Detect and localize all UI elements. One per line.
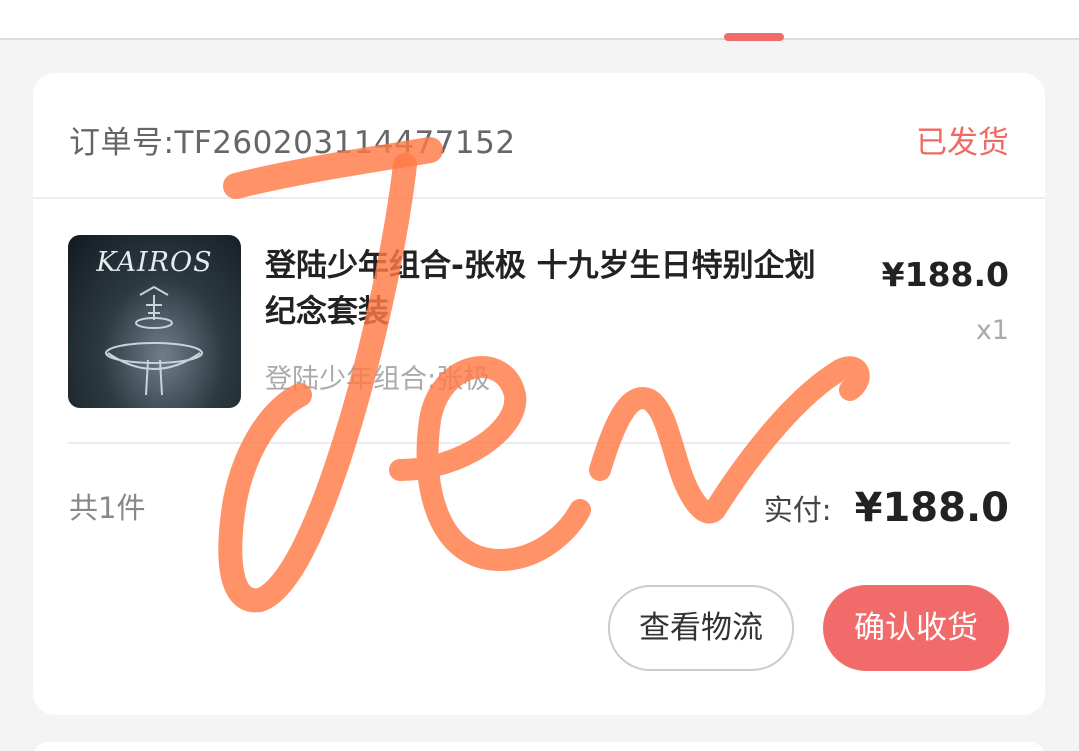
confirm-receipt-button[interactable]: 确认收货	[823, 585, 1009, 671]
payment-summary: 实付: ¥188.0	[764, 485, 1009, 531]
view-logistics-button[interactable]: 查看物流	[608, 585, 794, 671]
order-status-badge: 已发货	[916, 125, 1009, 161]
product-title[interactable]: 登陆少年组合-张极 十九岁生日特别企划纪念套装	[265, 243, 825, 335]
pay-amount: ¥188.0	[854, 485, 1009, 531]
order-number: 订单号:TF260203114477152	[69, 125, 516, 161]
divider	[68, 442, 1010, 444]
pay-label: 实付:	[763, 493, 832, 527]
product-quantity: x1	[975, 315, 1009, 346]
active-tab-indicator	[724, 33, 784, 41]
top-tab-strip	[0, 0, 1079, 40]
next-order-card	[33, 742, 1045, 751]
fountain-illustration	[105, 285, 203, 396]
order-page: 订单号:TF260203114477152 已发货 KAIROS 登陆少年组合-…	[0, 0, 1079, 751]
product-subtitle: 登陆少年组合:张极	[265, 364, 491, 395]
product-thumbnail[interactable]: KAIROS	[68, 235, 241, 408]
item-count: 共1件	[69, 491, 146, 525]
divider	[33, 197, 1045, 199]
order-card[interactable]: 订单号:TF260203114477152 已发货 KAIROS 登陆少年组合-…	[33, 73, 1045, 715]
product-price: ¥188.0	[881, 255, 1009, 294]
